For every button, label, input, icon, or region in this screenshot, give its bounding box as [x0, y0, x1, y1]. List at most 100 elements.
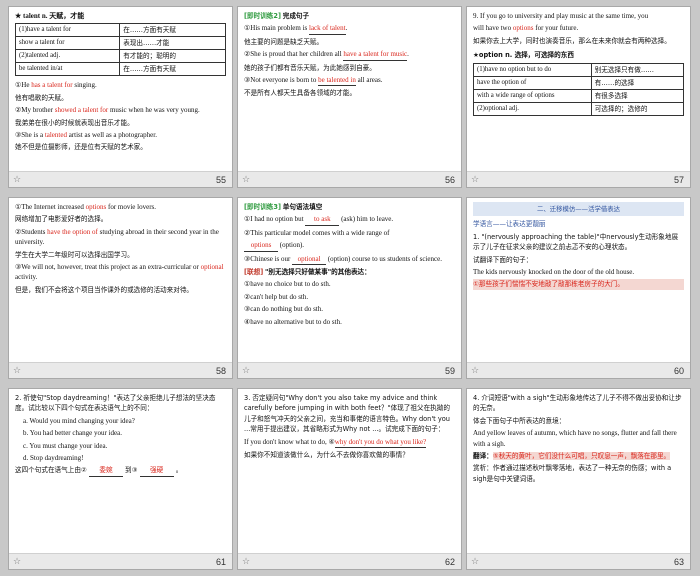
- translation: 我弟弟在很小的时候就表现出音乐才能。: [15, 118, 134, 127]
- translation: 如果你不知道该做什么，为什么不去做你喜欢做的事情？: [244, 451, 409, 460]
- slide-number: 55: [215, 175, 226, 185]
- passage-line: 9. If you go to university and play musi…: [473, 12, 649, 20]
- list-item: ①have no choice but to do sth.: [244, 280, 331, 289]
- answer-line: ①那些孩子们惴惴不安地敲了敲那栋老房子的大门。: [473, 279, 684, 290]
- table-cell: 有……的选择: [590, 75, 685, 90]
- translation: 学生在大学二年级时可以选择出国学习。: [15, 250, 134, 259]
- table-cell: 别无选择只有做……: [590, 62, 685, 77]
- slide-footer: ☆ 58: [9, 362, 232, 378]
- option-item: a. Would you mind changing your idea?: [23, 416, 135, 425]
- vocab-table: (1)have no option but to do 别无选择只有做…… hav…: [473, 62, 685, 116]
- translation: 如果你去上大学，同时也演奏音乐，那么在未来你就会有两种选择。: [473, 36, 671, 45]
- example-3: ③We will not, however, treat this projec…: [15, 263, 224, 282]
- association-header: [联想] "别无选择只好做某事"的其他表达：: [244, 268, 371, 277]
- star-icon[interactable]: ☆: [13, 557, 21, 567]
- slide-footer: ☆ 62: [238, 553, 461, 569]
- slide-number: 63: [673, 557, 684, 567]
- translation: 她不但是位摄影师，还是位有天赋的艺术家。: [15, 143, 147, 152]
- table-cell: 有很多选择: [590, 88, 685, 103]
- slide-number: 56: [444, 175, 455, 185]
- table-cell: 有才能的；聪明的: [119, 49, 226, 64]
- example-3: ③She is a talented artist as well as a p…: [15, 131, 157, 140]
- passage-line: The kids nervously knocked on the door o…: [473, 268, 635, 277]
- star-icon[interactable]: ☆: [13, 366, 21, 376]
- slide-number: 58: [215, 366, 226, 376]
- passage-line: 4. 介词短语"with a sigh"生动形象地传达了儿子不得不做出妥协和让步…: [473, 394, 682, 413]
- list-item: ③can do nothing but do sth.: [244, 305, 323, 314]
- translation: 但是，我们不会将这个项目当作课外的或选修的活动来对待。: [15, 285, 194, 294]
- exercise-header: [即时训练2] 完成句子: [244, 12, 310, 20]
- slide-title: ★option n. 选择，可选择的东西: [473, 51, 574, 60]
- exercise-line: ①I had no option but to ask (ask) him to…: [244, 214, 455, 226]
- option-item: b. You had better change your idea.: [23, 429, 122, 438]
- passage-line: And yellow leaves of autumn, which have …: [473, 429, 677, 448]
- table-cell: 可选择的；选修的: [590, 101, 685, 116]
- star-icon[interactable]: ☆: [471, 175, 479, 185]
- table-cell: (2)talented adj.: [14, 49, 121, 64]
- exercise-line: options (option).: [244, 240, 455, 252]
- star-icon[interactable]: ☆: [242, 175, 250, 185]
- table-cell: (1)have no option but to do: [473, 62, 592, 77]
- slide-57[interactable]: 9. If you go to university and play musi…: [466, 6, 691, 188]
- slide-58[interactable]: ①The Internet increased options for movi…: [8, 197, 233, 379]
- slide-footer: ☆ 60: [467, 362, 690, 378]
- slide-footer: ☆ 55: [9, 171, 232, 187]
- slide-number: 59: [444, 366, 455, 376]
- table-cell: 在……方面有天赋: [119, 23, 226, 38]
- translation: 他有唱歌的天赋。: [15, 93, 68, 102]
- star-icon[interactable]: ☆: [471, 557, 479, 567]
- slide-56[interactable]: [即时训练2] 完成句子 ①His main problem is lack o…: [237, 6, 462, 188]
- exercise-line: ②This particular model comes with a wide…: [244, 228, 390, 237]
- slide-62[interactable]: 3. 否定疑问句"Why don't you also take my advi…: [237, 388, 462, 570]
- star-icon[interactable]: ☆: [471, 366, 479, 376]
- section-banner: 二、迁移模仿——活学借表达: [473, 202, 684, 217]
- slide-footer: ☆ 61: [9, 553, 232, 569]
- exercise-line: ①His main problem is lack of talent.: [244, 23, 455, 35]
- passage-line: 1. "(nervously approaching the table)"中n…: [473, 232, 679, 252]
- passage-line: 试翻译下面的句子：: [473, 255, 533, 264]
- translation: 不是所有人都天生具备各领域的才能。: [244, 89, 357, 98]
- star-icon[interactable]: ☆: [242, 366, 250, 376]
- exercise-header: [即时训练3] 单句语法填空: [244, 203, 323, 211]
- slide-55[interactable]: ★ talent n. 天赋，才能 (1)have a talent for 在……: [8, 6, 233, 188]
- example-1: ①He has a talent for singing.: [15, 81, 97, 90]
- passage-line: 2. 祈使句"Stop daydreaming！"表达了父亲拒绝儿子想法的坚决态…: [15, 394, 216, 413]
- list-item: ②can't help but do sth.: [244, 292, 309, 301]
- slide-title: ★ talent n. 天赋，才能: [15, 12, 85, 20]
- option-item: d. Stop daydreaming!: [23, 454, 84, 463]
- table-cell: show a talent for: [14, 36, 121, 51]
- star-icon[interactable]: ☆: [242, 557, 250, 567]
- passage-line: 3. 否定疑问句"Why don't you also take my advi…: [244, 394, 450, 434]
- translation: 网络增加了电影爱好者的选择。: [15, 215, 108, 224]
- example-2: ②My brother showed a talent for music wh…: [15, 106, 200, 115]
- answer-line: 这四个句式在语气上由② 委婉 到③ 强硬 。: [15, 465, 226, 477]
- vocab-table: (1)have a talent for 在……方面有天赋 show a tale…: [14, 23, 226, 77]
- slide-number: 57: [673, 175, 684, 185]
- answer-line: 翻译：⑤秋天的黄叶，它们没什么可唱，只叹息一声，飘落在那里。: [473, 452, 671, 461]
- table-cell: 表现出……才能: [119, 36, 226, 51]
- option-item: c. You must change your idea.: [23, 441, 108, 450]
- slide-footer: ☆ 63: [467, 553, 690, 569]
- exercise-line: ③Chinese is our optional (option) course…: [244, 254, 455, 266]
- slide-footer: ☆ 57: [467, 171, 690, 187]
- slide-footer: ☆ 59: [238, 362, 461, 378]
- translation: 他主要的问题是缺乏天赋。: [244, 37, 324, 46]
- exercise-line: If you don't know what to do, ④why don't…: [244, 437, 455, 449]
- example-1: ①The Internet increased options for movi…: [15, 203, 156, 211]
- table-cell: 在……方面有天赋: [119, 62, 226, 77]
- slide-number: 61: [215, 557, 226, 567]
- slide-61[interactable]: 2. 祈使句"Stop daydreaming！"表达了父亲拒绝儿子想法的坚决态…: [8, 388, 233, 570]
- example-2: ②Students have the option of studying ab…: [15, 227, 219, 247]
- table-cell: with a wide range of options: [473, 88, 592, 103]
- slide-footer: ☆ 56: [238, 171, 461, 187]
- slide-number: 62: [444, 557, 455, 567]
- slide-59[interactable]: [即时训练3] 单句语法填空 ①I had no option but to a…: [237, 197, 462, 379]
- passage-line: 赏析：作者通过描述秋叶飘零落地，表达了一种无奈的伤感；with a sigh是句…: [473, 464, 672, 483]
- passage-line: will have two options for your future.: [473, 24, 579, 33]
- slide-63[interactable]: 4. 介词短语"with a sigh"生动形象地传达了儿子不得不做出妥协和让步…: [466, 388, 691, 570]
- star-icon[interactable]: ☆: [13, 175, 21, 185]
- passage-line: 体会下面句子中所表达的意境：: [473, 416, 566, 425]
- table-cell: (2)optional adj.: [473, 101, 592, 116]
- slide-60[interactable]: 二、迁移模仿——活学借表达 学语言——让表达更靓丽 1. "(nervously…: [466, 197, 691, 379]
- exercise-line: ③Not everyone is born to be talented in …: [244, 75, 455, 87]
